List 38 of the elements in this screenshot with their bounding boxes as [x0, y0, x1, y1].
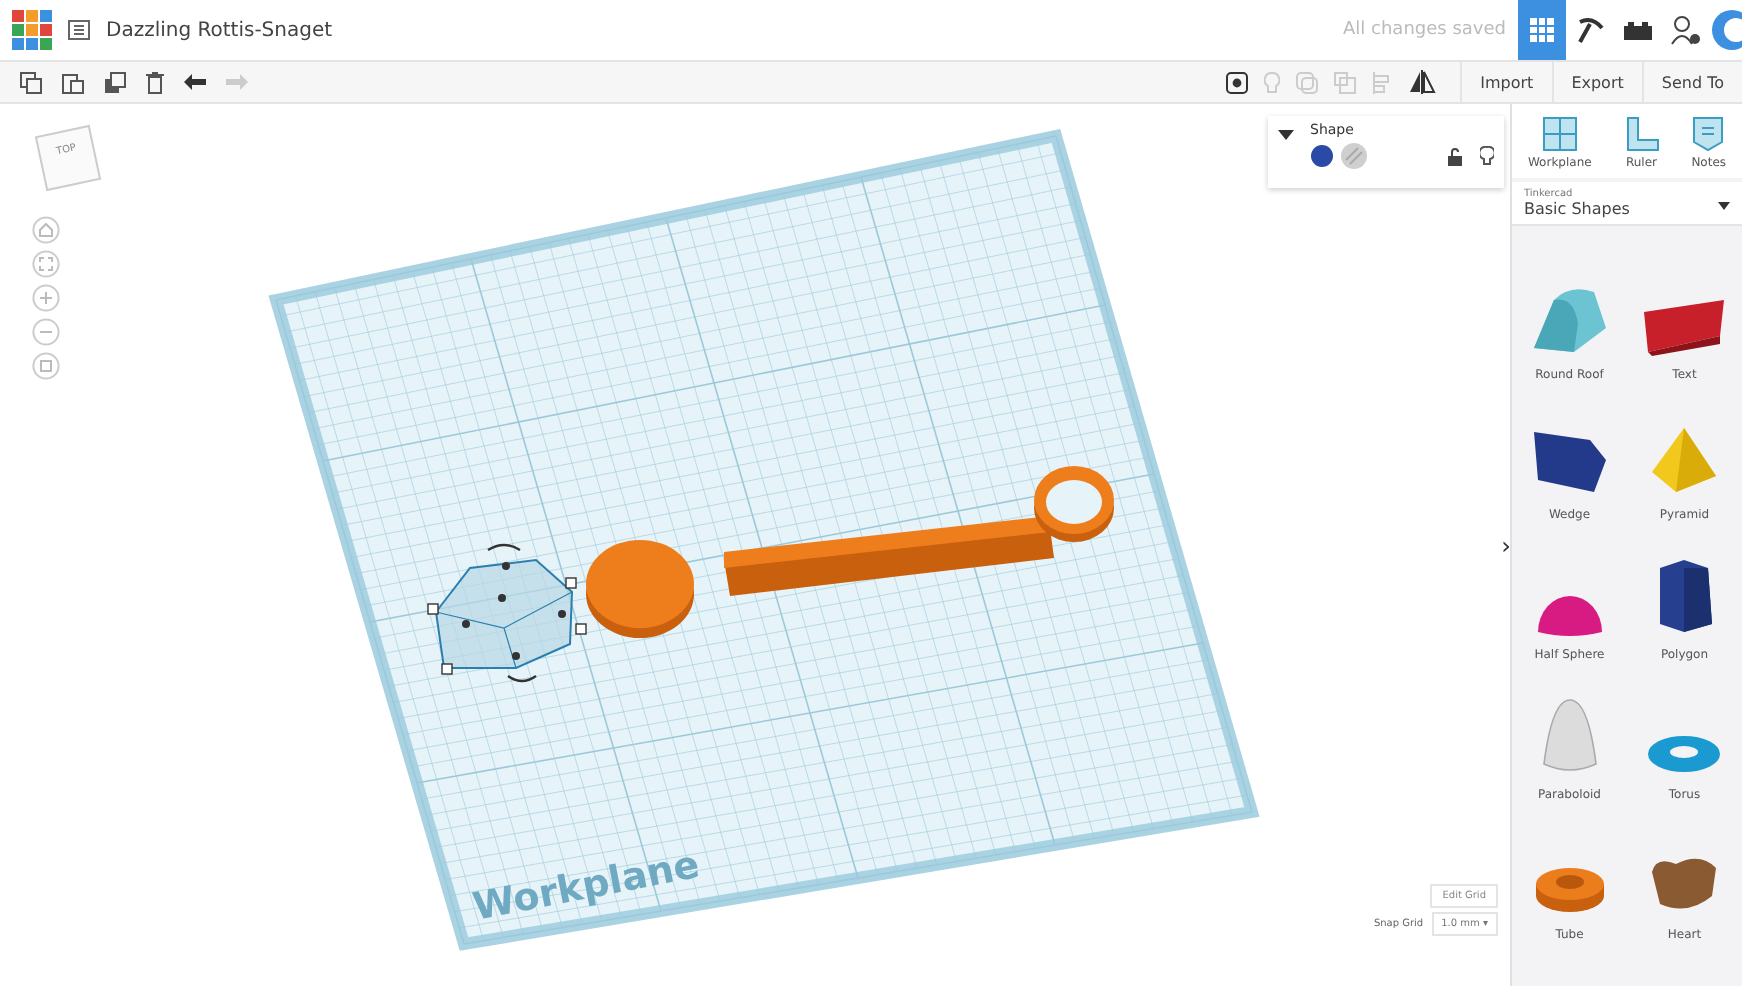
trash-icon[interactable] [146, 71, 164, 93]
design-title[interactable]: Dazzling Rottis-Snaget [106, 19, 333, 41]
duplicate-icon[interactable] [104, 71, 126, 93]
wedge-icon [1529, 428, 1610, 496]
grid-icon [1541, 116, 1578, 152]
solid-color-swatch[interactable] [1310, 144, 1334, 168]
library-value: Basic Shapes [1524, 200, 1632, 218]
save-status: All changes saved [1343, 20, 1506, 40]
logo-icon[interactable] [12, 10, 52, 50]
pyramid-icon [1648, 424, 1721, 496]
collapse-caret-icon[interactable] [1278, 130, 1294, 142]
eye-icon[interactable] [1226, 71, 1249, 93]
note-icon [1692, 116, 1725, 152]
toolbar-button[interactable]: Export [1551, 62, 1642, 102]
toolbar-button[interactable]: Send To [1641, 62, 1742, 102]
undo-icon[interactable] [184, 74, 206, 90]
toolbar-button[interactable]: Import [1460, 62, 1552, 102]
brick-icon [1624, 20, 1652, 40]
hole-swatch[interactable] [1340, 142, 1368, 170]
torus-icon [1644, 732, 1725, 776]
dropdown-caret-icon [1718, 202, 1730, 210]
user-add-icon [1670, 14, 1702, 46]
lock-icon[interactable] [1448, 147, 1462, 165]
paraboloid-icon [1539, 696, 1600, 776]
cylinder-shape[interactable] [586, 540, 694, 638]
workplane-label: Workplane [469, 842, 704, 930]
handle-bar-shape[interactable] [724, 466, 1114, 596]
paste-icon[interactable] [62, 71, 84, 93]
bulb-icon[interactable] [1480, 146, 1494, 166]
selected-hexagon-shape[interactable] [427, 543, 587, 683]
tube-icon [1531, 864, 1608, 916]
workplane-grid[interactable] [268, 129, 1260, 951]
copy-icon[interactable] [20, 71, 42, 93]
menu-icon[interactable] [68, 20, 90, 40]
mirror-icon[interactable] [1408, 70, 1437, 94]
grid-icon [1530, 18, 1554, 42]
ruler-icon [1623, 116, 1660, 152]
pickaxe-icon [1576, 16, 1604, 44]
